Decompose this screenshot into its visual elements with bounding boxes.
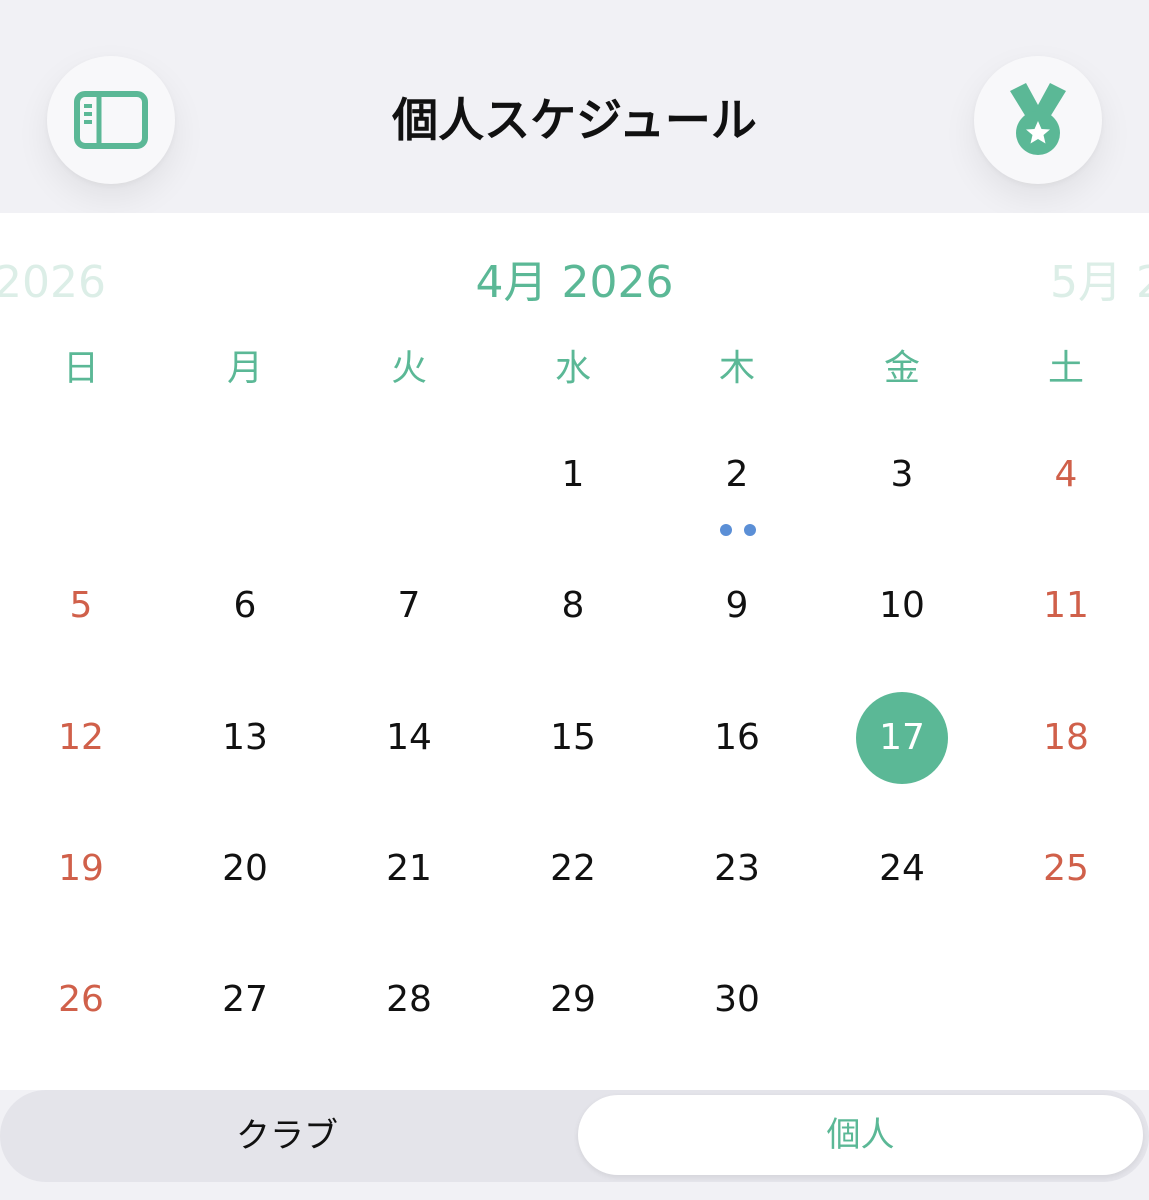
current-month-label: 4月 2026	[475, 257, 674, 308]
day-cell[interactable]: 27	[195, 950, 295, 1050]
day-number: 27	[222, 979, 268, 1020]
day-number: 28	[386, 979, 432, 1020]
day-cell[interactable]: 9	[687, 556, 787, 656]
day-number: 8	[561, 585, 585, 626]
day-number: 19	[58, 848, 104, 889]
day-number: 1	[561, 454, 585, 495]
day-number: 17	[879, 717, 925, 758]
day-cell[interactable]: 30	[687, 950, 787, 1050]
day-cell[interactable]: 12	[31, 688, 131, 788]
day-cell[interactable]: 8	[523, 556, 623, 656]
day-number: 18	[1043, 717, 1089, 758]
day-number: 23	[714, 848, 760, 889]
day-number: 10	[879, 585, 925, 626]
day-number: 30	[714, 979, 760, 1020]
segment-track: クラブ 個人	[0, 1090, 1149, 1182]
day-cell[interactable]: 19	[31, 819, 131, 919]
day-number: 2	[725, 454, 749, 495]
event-dot	[744, 524, 756, 536]
day-cell[interactable]: 7	[359, 556, 459, 656]
calendar: 2026 4月 2026 5月 2 日 月 火 水 木 金 土 12345678…	[0, 213, 1149, 1090]
day-cell[interactable]: 25	[1016, 819, 1116, 919]
header: 個人スケジュール	[0, 0, 1149, 213]
day-cell[interactable]: 21	[359, 819, 459, 919]
day-number: 12	[58, 717, 104, 758]
weekday-fri: 金	[883, 348, 920, 389]
day-number: 29	[550, 979, 596, 1020]
day-cell[interactable]: 23	[687, 819, 787, 919]
day-cell[interactable]: 5	[31, 556, 131, 656]
weekday-wed: 水	[554, 348, 591, 389]
day-number: 20	[222, 848, 268, 889]
weekday-sat: 土	[1047, 348, 1084, 389]
day-cell[interactable]: 16	[687, 688, 787, 788]
segment-club[interactable]: クラブ	[0, 1090, 574, 1182]
day-number: 24	[879, 848, 925, 889]
day-cell[interactable]: 6	[195, 556, 295, 656]
day-cell[interactable]: 22	[523, 819, 623, 919]
day-number: 13	[222, 717, 268, 758]
achievements-button[interactable]	[974, 56, 1102, 184]
view-segmented-control: クラブ 個人	[0, 1090, 1149, 1200]
day-cell[interactable]: 3	[852, 425, 952, 525]
next-month-label[interactable]: 5月 2	[1050, 253, 1149, 313]
day-number: 6	[233, 585, 257, 626]
day-number: 25	[1043, 848, 1089, 889]
day-cell[interactable]: 28	[359, 950, 459, 1050]
day-number: 14	[386, 717, 432, 758]
medal-icon	[1010, 83, 1066, 155]
day-number: 5	[69, 585, 93, 626]
event-dot	[720, 524, 732, 536]
weekday-thu: 木	[718, 348, 755, 389]
day-number: 7	[397, 585, 421, 626]
day-cell[interactable]: 4	[1016, 425, 1116, 525]
day-cell[interactable]: 29	[523, 950, 623, 1050]
day-cell-selected[interactable]: 17	[852, 688, 952, 788]
day-cell[interactable]: 10	[852, 556, 952, 656]
day-number: 9	[725, 585, 749, 626]
day-cell[interactable]: 14	[359, 688, 459, 788]
day-cell[interactable]: 15	[523, 688, 623, 788]
day-cell[interactable]: 2	[687, 425, 787, 525]
day-cell[interactable]: 1	[523, 425, 623, 525]
day-cell[interactable]: 26	[31, 950, 131, 1050]
weekday-header: 日 月 火 水 木 金 土	[0, 341, 1149, 397]
day-cell[interactable]: 24	[852, 819, 952, 919]
day-number: 11	[1043, 585, 1089, 626]
day-cell[interactable]: 13	[195, 688, 295, 788]
day-cell[interactable]: 20	[195, 819, 295, 919]
day-number: 15	[550, 717, 596, 758]
weekday-sun: 日	[62, 348, 99, 389]
day-number: 22	[550, 848, 596, 889]
day-cell[interactable]: 11	[1016, 556, 1116, 656]
month-carousel[interactable]: 2026 4月 2026 5月 2	[0, 253, 1149, 313]
weekday-tue: 火	[390, 348, 427, 389]
segment-personal[interactable]: 個人	[578, 1095, 1143, 1175]
day-cell[interactable]: 18	[1016, 688, 1116, 788]
day-number: 16	[714, 717, 760, 758]
day-number: 3	[890, 454, 914, 495]
day-number: 26	[58, 979, 104, 1020]
event-indicator	[720, 524, 760, 538]
day-number: 21	[386, 848, 432, 889]
day-number: 4	[1054, 454, 1078, 495]
weekday-mon: 月	[226, 348, 263, 389]
